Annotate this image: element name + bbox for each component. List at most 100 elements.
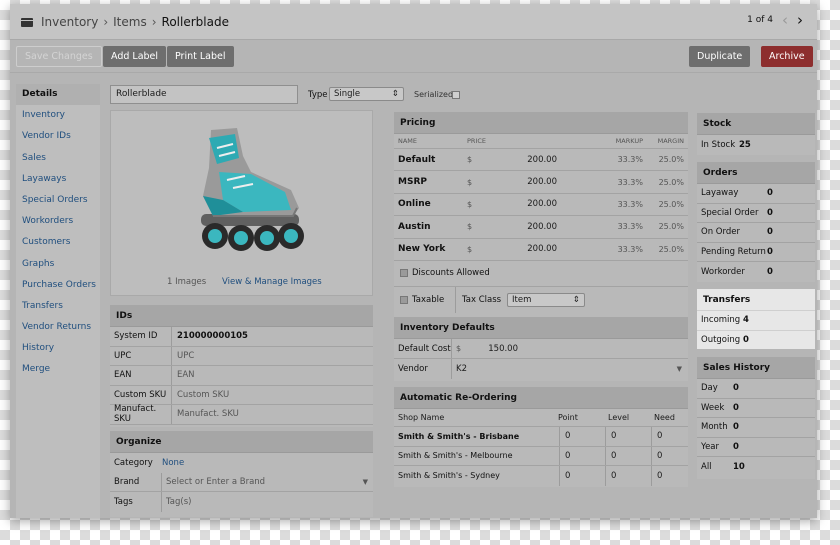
currency-symbol: $	[467, 155, 473, 165]
ids-row: UPC UPC	[110, 346, 373, 366]
margin-value: 25.0%	[658, 222, 684, 232]
ids-label: UPC	[110, 346, 172, 365]
custom-sku-input[interactable]: Custom SKU	[172, 390, 229, 400]
view-manage-images-link[interactable]: View & Manage Images	[222, 277, 322, 287]
organize-panel: Organize Category None Brand Select or Ent…	[110, 431, 373, 517]
sidebar-item-sales[interactable]: Sales	[16, 148, 100, 169]
col-point: Point	[558, 413, 578, 422]
tags-input[interactable]: Tag(s)	[162, 497, 191, 507]
reorder-point-input[interactable]: 0	[560, 466, 606, 486]
upc-input[interactable]: UPC	[172, 351, 194, 361]
orders-label: Layaway	[701, 188, 739, 199]
tags-row: Tags Tag(s)	[110, 492, 373, 512]
type-select-value: Single	[334, 89, 361, 99]
archive-button[interactable]: Archive	[761, 46, 813, 67]
sales-history-label: Day	[701, 383, 718, 394]
taxable-checkbox[interactable]	[400, 295, 408, 304]
sidebar-item-merge[interactable]: Merge	[16, 359, 100, 380]
ean-input[interactable]: EAN	[172, 370, 195, 380]
breadcrumb-separator-icon: ›	[103, 15, 109, 29]
rollerblade-image[interactable]	[173, 122, 313, 262]
add-label-button[interactable]: Add Label	[103, 46, 167, 67]
reorder-level-input[interactable]: 0	[606, 427, 652, 446]
margin-value: 25.0%	[658, 155, 684, 165]
orders-value: 0	[767, 266, 773, 277]
type-select[interactable]: Single ⇕	[329, 87, 404, 101]
default-cost-row: Default Cost $150.00	[394, 339, 688, 359]
dropdown-arrow-icon[interactable]: ▼	[363, 478, 373, 486]
save-changes-button[interactable]: Save Changes	[16, 46, 102, 67]
price-input[interactable]: 200.00	[507, 177, 557, 187]
ids-label: EAN	[110, 366, 172, 385]
transfers-row: Outgoing 0	[697, 331, 815, 351]
category-value-link[interactable]: None	[162, 458, 184, 468]
price-input[interactable]: 200.00	[507, 222, 557, 232]
price-input[interactable]: 200.00	[507, 199, 557, 209]
transfers-panel: Transfers Incoming 4 Outgoing 0	[697, 289, 815, 349]
orders-row: Special Order 0	[697, 204, 815, 223]
sidebar-item-graphs[interactable]: Graphs	[16, 254, 100, 275]
orders-value: 0	[767, 227, 773, 238]
sidebar-item-vendor-ids[interactable]: Vendor IDs	[16, 126, 100, 147]
sales-history-value: 0	[733, 441, 739, 452]
pager-label: 1 of 4	[747, 15, 773, 25]
serialized-label: Serialized	[414, 90, 454, 99]
print-label-button[interactable]: Print Label	[167, 46, 234, 67]
orders-header: Orders	[697, 162, 815, 184]
reorder-point-input[interactable]: 0	[560, 427, 606, 446]
sidebar-item-workorders[interactable]: Workorders	[16, 211, 100, 232]
breadcrumb-separator-icon: ›	[151, 15, 157, 29]
sales-history-value: 0	[733, 422, 739, 433]
next-record-icon[interactable]: ›	[797, 13, 803, 28]
markup-value: 33.3%	[617, 155, 643, 165]
sidebar-item-customers[interactable]: Customers	[16, 232, 100, 253]
orders-label: Pending Return	[701, 246, 766, 257]
item-window: Inventory › Items › Rollerblade 1 of 4 ‹…	[10, 4, 817, 518]
discounts-checkbox[interactable]	[400, 269, 408, 278]
sidebar-item-history[interactable]: History	[16, 338, 100, 359]
inventory-defaults-header: Inventory Defaults	[394, 317, 688, 339]
prev-record-icon[interactable]: ‹	[782, 13, 788, 28]
price-name: Default	[398, 154, 436, 165]
price-input[interactable]: 200.00	[507, 155, 557, 165]
manufact-sku-input[interactable]: Manufact. SKU	[172, 409, 239, 419]
organize-header: Organize	[110, 431, 373, 453]
breadcrumb: Inventory › Items › Rollerblade	[21, 15, 229, 29]
sidebar-item-transfers[interactable]: Transfers	[16, 296, 100, 317]
sidebar-item-purchase-orders[interactable]: Purchase Orders	[16, 275, 100, 296]
sidebar-item-special-orders[interactable]: Special Orders	[16, 190, 100, 211]
dropdown-arrow-icon[interactable]: ▼	[677, 365, 688, 373]
sidebar-item-layaways[interactable]: Layaways	[16, 169, 100, 190]
price-input[interactable]: 200.00	[507, 244, 557, 254]
item-name-input[interactable]: Rollerblade	[110, 85, 298, 104]
reorder-level-input[interactable]: 0	[606, 446, 652, 465]
serialized-checkbox[interactable]	[452, 91, 460, 99]
price-row: Austin $200.00 33.3% 25.0%	[394, 216, 688, 239]
ids-label: Manufact. SKU	[110, 404, 172, 424]
breadcrumb-items[interactable]: Items	[113, 15, 147, 29]
tax-class-value: Item	[512, 294, 532, 305]
sidebar-item-inventory[interactable]: Inventory	[16, 105, 100, 126]
reorder-need-value: 0	[657, 431, 663, 442]
sales-history-row: Week 0	[697, 399, 815, 418]
brand-input[interactable]: Select or Enter a Brand	[162, 477, 363, 487]
margin-value: 25.0%	[658, 199, 684, 209]
breadcrumb-current: Rollerblade	[161, 15, 229, 29]
sidebar-item-vendor-returns[interactable]: Vendor Returns	[16, 317, 100, 338]
reorder-column-headers: Shop Name Point Level Need	[394, 409, 688, 427]
breadcrumb-inventory[interactable]: Inventory	[41, 15, 98, 29]
sidebar-item-details[interactable]: Details	[16, 84, 100, 106]
reorder-level-input[interactable]: 0	[606, 466, 652, 486]
duplicate-button[interactable]: Duplicate	[689, 46, 751, 67]
type-label: Type	[308, 90, 328, 100]
vendor-row: Vendor K2 ▼	[394, 359, 688, 379]
tax-class-select[interactable]: Item ⇕	[507, 292, 585, 307]
vendor-select[interactable]: K2	[452, 364, 677, 374]
tax-row: Taxable Tax Class Item ⇕	[394, 286, 688, 313]
default-cost-input[interactable]: 150.00	[464, 344, 518, 354]
orders-label: On Order	[701, 227, 740, 238]
tags-label: Tags	[110, 492, 162, 512]
brand-row: Brand Select or Enter a Brand ▼	[110, 472, 373, 492]
reorder-point-input[interactable]: 0	[560, 446, 606, 465]
reorder-row: Smith & Smith's - Brisbane 0 0 0	[394, 427, 688, 447]
